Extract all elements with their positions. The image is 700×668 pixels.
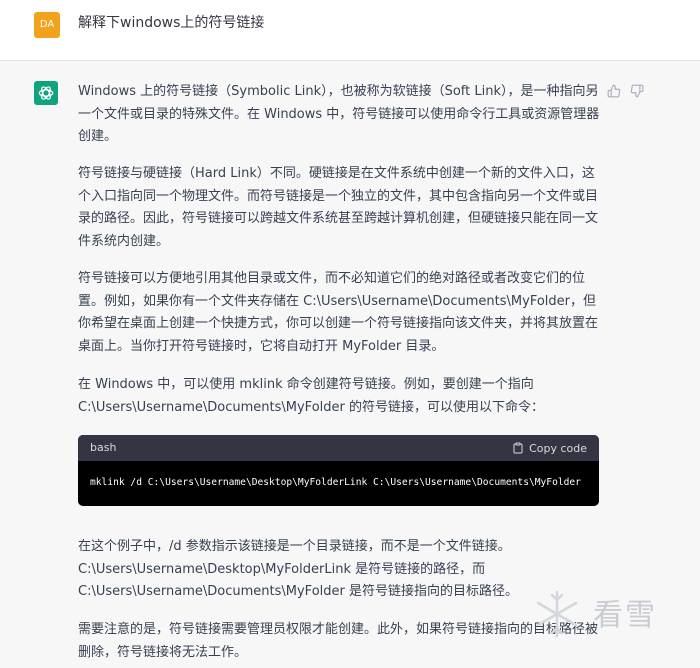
code-language-label: bash (90, 441, 117, 454)
thumbs-down-button[interactable] (630, 83, 644, 98)
copy-code-button[interactable]: Copy code (512, 440, 587, 456)
clipboard-icon (513, 442, 523, 454)
answer-paragraph: Windows 上的符号链接（Symbolic Link），也被称为软链接（So… (78, 84, 600, 144)
answer-paragraph: 在 Windows 中，可以使用 mklink 命令创建符号链接。例如，要创建一… (78, 377, 544, 415)
code-block-body: mklink /d C:\Users\Username\Desktop\MyFo… (78, 461, 599, 506)
kanxue-logo-icon (536, 590, 578, 638)
answer-paragraph: 符号链接与硬链接（Hard Link）不同。硬链接是在文件系统中创建一个新的文件… (78, 166, 599, 249)
openai-logo-icon (38, 86, 54, 100)
thumbs-up-button[interactable] (607, 83, 621, 98)
code-text: mklink /d C:\Users\Username\Desktop\MyFo… (90, 477, 581, 488)
code-block-header: bash Copy code (78, 435, 599, 461)
code-block: bash Copy code mklink /d C:\Users\Userna… (78, 435, 599, 506)
assistant-avatar (34, 81, 58, 105)
answer-paragraph: 符号链接可以方便地引用其他目录或文件，而不必知道它们的绝对路径或者改变它们的位置… (78, 271, 599, 354)
user-avatar: DA (34, 12, 60, 38)
watermark-text: 看雪 (593, 598, 657, 633)
answer-paragraph: 在这个例子中，/d 参数指示该链接是一个目录链接，而不是一个文件链接。C:\Us… (78, 539, 518, 599)
thumbs-up-icon (607, 84, 621, 98)
answer-paragraph: 需要注意的是，符号链接需要管理员权限才能创建。此外，如果符号链接指向的目标路径被… (78, 622, 599, 660)
assistant-message-row: Windows 上的符号链接（Symbolic Link），也被称为软链接（So… (0, 61, 700, 668)
watermark: 看雪 (527, 584, 687, 644)
user-message-row: DA 解释下windows上的符号链接 (0, 0, 700, 61)
thumbs-down-icon (630, 84, 644, 98)
copy-code-label: Copy code (529, 441, 587, 455)
user-message-text: 解释下windows上的符号链接 (78, 15, 265, 31)
